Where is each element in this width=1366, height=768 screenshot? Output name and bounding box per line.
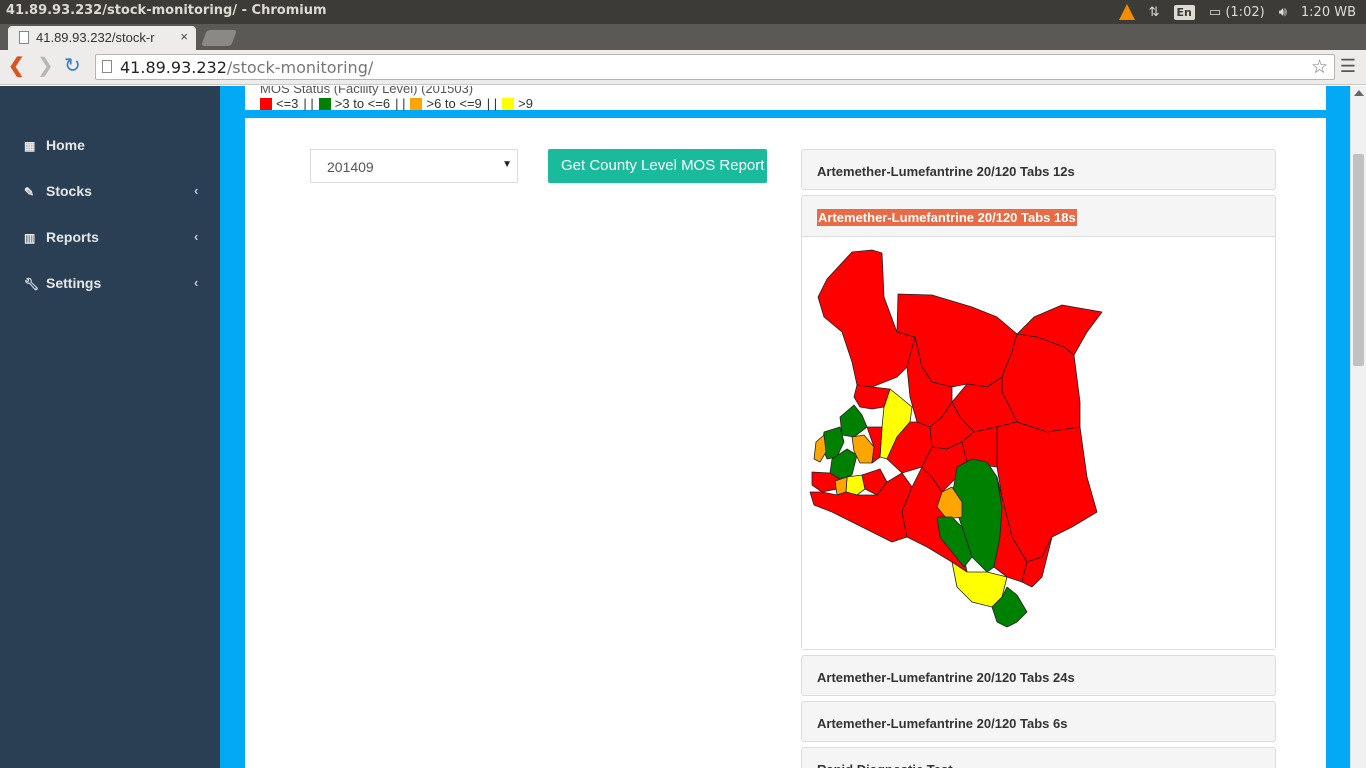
accordion-title[interactable]: Artemether-Lumefantrine 20/120 Tabs 18s [802,196,1275,235]
page-icon [102,60,112,73]
browser-tab[interactable]: 41.89.93.232/stock-r × [8,26,196,50]
kenya-mos-map[interactable] [802,237,1275,650]
tab-title: 41.89.93.232/stock-r [36,30,155,45]
accordion-title[interactable]: Artemether-Lumefantrine 20/120 Tabs 24s [802,656,1275,695]
chevron-left-icon: ‹ [194,275,199,290]
sidebar-item-label: Reports [46,229,99,245]
forward-button[interactable]: ❯ [37,56,54,76]
os-top-panel: 41.89.93.232/stock-monitoring/ - Chromiu… [0,0,1366,24]
sidebar-item-settings[interactable]: 🔧︎ Settings ‹ [24,275,198,295]
back-button[interactable]: ❮ [8,56,25,76]
menu-icon[interactable]: ☰ [1340,56,1356,77]
accordion-title[interactable]: Artemether-Lumefantrine 20/120 Tabs 12s [802,150,1275,189]
sidebar-item-stocks[interactable]: ✎ Stocks ‹ [24,183,198,203]
scroll-up-arrow-icon[interactable] [1354,90,1364,96]
battery-icon: ▭ [1208,4,1222,20]
county-report-button[interactable]: Get County Level MOS Report [548,149,767,183]
legend-label: <=3 [276,96,299,111]
clock[interactable]: 1:20 WB [1301,5,1356,20]
accordion-item[interactable]: Rapid Diagnostic Test [801,747,1276,768]
volume-icon[interactable]: 🔊︎ [1279,5,1287,20]
legend-label: >6 to <=9 [426,96,482,111]
legend-swatch-red [260,97,272,110]
close-icon[interactable]: × [180,29,188,44]
legend-separator: | | [303,96,314,111]
chevron-left-icon: ‹ [194,183,199,198]
mos-header: MOS Status (Facility Level) (201503) <=3… [245,86,1326,111]
wrench-icon: 🔧︎ [24,277,40,291]
legend-label: >9 [518,96,533,111]
legend-label: >3 to <=6 [334,96,391,111]
url-path: /stock-monitoring/ [226,58,374,77]
accordion-title[interactable]: Rapid Diagnostic Test [802,748,1275,768]
scroll-thumb[interactable] [1353,154,1364,366]
county-west-pokot[interactable] [853,384,891,410]
page-icon [19,31,29,44]
page-scrollbar[interactable] [1350,86,1366,768]
main-content: 201409 ▼ Get County Level MOS Report Art… [245,118,1326,768]
window-title: 41.89.93.232/stock-monitoring/ - Chromiu… [6,3,327,18]
accordion-title-highlight: Artemether-Lumefantrine 20/120 Tabs 18s [817,209,1077,226]
page: ▦ Home ✎ Stocks ‹ ▥ Reports ‹ 🔧︎ Settings ‹ … [0,86,1366,768]
tab-strip: 41.89.93.232/stock-r × [0,24,1366,50]
legend-swatch-orange [410,97,423,110]
period-select-value: 201409 [327,159,374,175]
sidebar-item-label: Home [46,137,85,153]
new-tab-button[interactable] [201,30,237,46]
vlc-icon[interactable] [1118,4,1135,20]
keyboard-indicator[interactable]: En [1173,4,1195,20]
legend-separator: | | [486,96,498,111]
legend-swatch-yellow [502,97,515,110]
sidebar-item-label: Stocks [46,183,92,199]
caret-down-icon: ▼ [502,159,512,170]
legend: <=3 | | >3 to <=6 | | >6 to <=9 | | >9 [260,96,533,111]
battery-indicator[interactable]: ▭ (1:02) [1209,5,1265,20]
sidebar-item-reports[interactable]: ▥ Reports ‹ [24,229,198,249]
browser-toolbar: ❮ ❯ ↻ 41.89.93.232/stock-monitoring/ ☆ ☰ [0,50,1366,85]
period-select[interactable]: 201409 ▼ [310,149,518,183]
address-bar[interactable]: 41.89.93.232/stock-monitoring/ ☆ [95,54,1335,80]
th-large-icon: ▦ [24,139,36,153]
accordion-item[interactable]: Artemether-Lumefantrine 20/120 Tabs 24s [801,655,1276,696]
accordion-title[interactable]: Artemether-Lumefantrine 20/120 Tabs 6s [802,702,1275,741]
sidebar-item-label: Settings [46,275,102,291]
legend-swatch-green [318,97,331,110]
accordion-item[interactable]: Artemether-Lumefantrine 20/120 Tabs 12s [801,149,1276,190]
accordion-body [802,236,1275,649]
county-trans-nzoia[interactable] [839,404,868,438]
legend-separator: | | [395,96,406,111]
edit-icon: ✎ [24,185,35,199]
battery-text: (1:02) [1225,4,1265,20]
bar-chart-icon: ▥ [24,231,36,245]
system-tray: ⇅ En ▭ (1:02) 🔊︎ 1:20 WB [1118,0,1356,24]
url-host: 41.89.93.232 [120,58,227,77]
accordion-item[interactable]: Artemether-Lumefantrine 20/120 Tabs 6s [801,701,1276,742]
sidebar: ▦ Home ✎ Stocks ‹ ▥ Reports ‹ 🔧︎ Settings ‹ [0,86,220,768]
reload-button[interactable]: ↻ [64,56,81,76]
network-icon[interactable]: ⇅ [1149,5,1160,20]
mos-title: MOS Status (Facility Level) (201503) [260,86,474,96]
county-kisumu[interactable] [845,474,866,496]
accordion-item-active[interactable]: Artemether-Lumefantrine 20/120 Tabs 18s [801,195,1276,650]
sidebar-item-home[interactable]: ▦ Home [24,137,85,157]
chevron-left-icon: ‹ [194,229,199,244]
county-busia[interactable] [813,434,827,463]
bookmark-star-icon[interactable]: ☆ [1311,56,1328,78]
